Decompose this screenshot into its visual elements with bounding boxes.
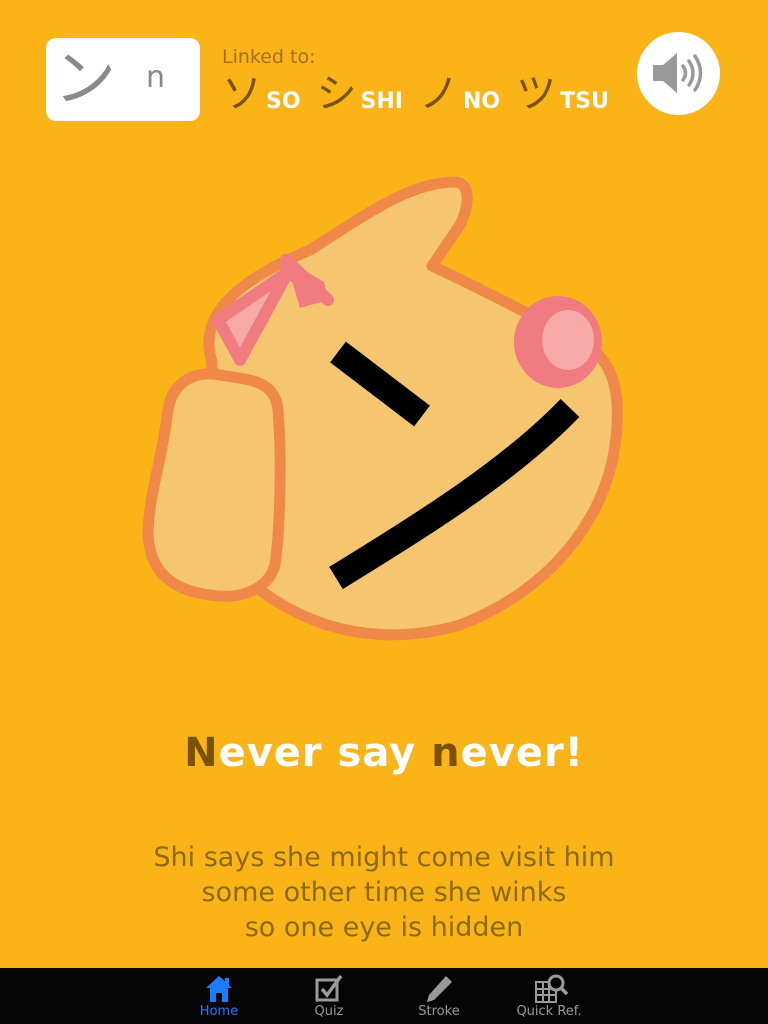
mnemonic-headline: Never say never! [0, 730, 768, 776]
character-hand [142, 368, 286, 602]
sound-button[interactable] [637, 32, 720, 115]
tab-stroke[interactable]: Stroke [384, 968, 494, 1024]
description-line: some other time she winks [201, 877, 567, 908]
tab-home[interactable]: Home [164, 968, 274, 1024]
current-romaji: n [146, 60, 166, 95]
headline-highlight: n [431, 730, 461, 776]
home-icon [206, 976, 232, 1002]
linked-item-so[interactable]: ソ SO [222, 70, 301, 118]
linked-romaji: TSU [560, 89, 609, 114]
linked-kana: ノ [419, 71, 459, 117]
headline-text: ever say [218, 730, 432, 776]
headline-text: ever! [460, 730, 584, 776]
mnemonic-illustration [142, 176, 623, 641]
linked-list: ソ SO シ SHI ノ NO ツ TSU [222, 70, 625, 118]
linked-kana: シ [316, 71, 357, 117]
linked-kana: ソ [222, 71, 262, 117]
description-line: Shi says she might come visit him [153, 842, 615, 873]
tab-label: Quiz [314, 1004, 344, 1019]
speaker-icon [653, 53, 703, 93]
headline-highlight: N [184, 730, 219, 776]
current-kana-card[interactable]: ン n [46, 38, 200, 121]
checkbox-icon [315, 974, 343, 1002]
linked-item-shi[interactable]: シ SHI [317, 70, 403, 118]
grid-search-icon [535, 974, 568, 1003]
description-line: so one eye is hidden [244, 912, 524, 943]
linked-romaji: SHI [360, 89, 403, 114]
tab-quiz[interactable]: Quiz [274, 968, 384, 1024]
linked-romaji: SO [266, 89, 301, 114]
tab-bar: Home Quiz Stroke Quick Ref. [0, 968, 768, 1024]
tab-label: Home [199, 1004, 239, 1019]
mnemonic-description: Shi says she might come visit him some o… [0, 840, 768, 945]
linked-kana: ツ [516, 71, 557, 117]
tab-label: Stroke [418, 1004, 460, 1019]
linked-item-tsu[interactable]: ツ TSU [516, 70, 609, 118]
linked-item-no[interactable]: ノ NO [419, 70, 500, 118]
current-kana: ン [54, 42, 117, 115]
pencil-icon [427, 976, 452, 1002]
tab-quick-ref[interactable]: Quick Ref. [494, 968, 604, 1024]
linked-romaji: NO [463, 89, 501, 114]
linked-label: Linked to: [222, 46, 316, 68]
tab-label: Quick Ref. [516, 1004, 582, 1019]
